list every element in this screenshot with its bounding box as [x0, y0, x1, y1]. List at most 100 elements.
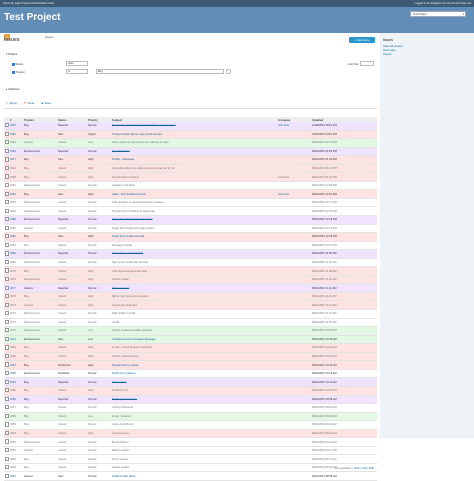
issue-id[interactable]: 3332 — [9, 130, 23, 140]
assignee-cell[interactable] — [277, 403, 311, 413]
issue-id[interactable]: 3281 — [9, 241, 23, 251]
subject-cell[interactable]: Oda yerleşimi ve içerik bölümlerinin sır… — [111, 198, 277, 208]
issue-id[interactable]: 3259 — [9, 395, 23, 405]
apply-button[interactable]: ✔Apply — [6, 101, 17, 105]
table-row[interactable]: 3333 Bug Rejected Normal Permissions should … — [4, 122, 377, 131]
assignee-cell[interactable] — [277, 130, 311, 140]
issue-id[interactable]: 3265 — [9, 369, 23, 379]
table-row[interactable]: 3277 Feature Rejected Normal Kullanıcı liste… — [4, 283, 377, 293]
issue-id[interactable]: 3293 — [9, 198, 23, 208]
table-row[interactable]: 3252 Feature Closed Normal Bildirim sayfası 0… — [4, 446, 377, 456]
issue-id[interactable]: 3276 — [9, 292, 23, 302]
table-row[interactable]: 3276 Bug Closed High IE8 de Sign Up kutusu y… — [4, 292, 377, 302]
table-row[interactable]: 3259 Bug Rejected Normal Profil sayfasında h… — [4, 395, 377, 405]
subject-cell[interactable]: Kullanıcı takip listesi — [111, 471, 277, 481]
assignee-cell[interactable] — [277, 224, 311, 234]
issue-id[interactable]: 3282 — [9, 232, 23, 242]
assignee-cell[interactable] — [277, 386, 311, 396]
issue-id[interactable]: 3318 — [9, 147, 23, 157]
assignee-cell[interactable] — [277, 241, 311, 251]
issue-id[interactable]: 3270 — [9, 335, 23, 345]
issue-id[interactable]: 3269 — [9, 343, 23, 353]
issue-id[interactable]: 3283 — [9, 224, 23, 234]
subject-cell[interactable]: Popüler odalar — [111, 275, 277, 285]
assignee-cell[interactable] — [277, 138, 311, 148]
table-row[interactable]: 3308 Bug Closed High Popular Rooms bölümü Joh… — [4, 172, 377, 182]
options-toggle[interactable]: ▸ Options — [6, 87, 20, 91]
assignee-cell[interactable] — [277, 198, 311, 208]
issue-id[interactable]: 3279 — [9, 266, 23, 276]
clear-button[interactable]: ↻Clear — [24, 101, 35, 105]
assignee-cell[interactable] — [277, 412, 311, 422]
assignee-cell[interactable] — [277, 395, 311, 405]
subject-cell[interactable]: Permissions should not be inherited from… — [111, 122, 277, 131]
subject-cell[interactable]: Safari - Düz Sayfalama Dizisi — [111, 189, 277, 199]
toggle-multiselect-icon[interactable] — [226, 69, 231, 74]
table-row[interactable]: 3267 Bug ReOpened High Popular Rooms sayfası… — [4, 360, 377, 370]
subject-cell[interactable]: Ayarlar sayfası — [111, 463, 277, 473]
issue-id[interactable]: 3277 — [9, 283, 23, 293]
issue-id[interactable]: 3272 — [9, 326, 23, 336]
assignee-cell[interactable] — [277, 429, 311, 439]
new-issue-button[interactable]: + New issue — [349, 37, 375, 43]
issue-id[interactable]: 3280 — [9, 258, 23, 268]
subject-cell[interactable]: Email - Invitation — [111, 412, 277, 422]
assignee-cell[interactable] — [277, 258, 311, 268]
subject-cell[interactable]: Kaç kullanıcıların tüm adlarını kontrol … — [111, 164, 277, 174]
issue-id[interactable]: 3264 — [9, 377, 23, 387]
table-row[interactable]: 3281 Bug Closed Normal Messages Modal 08/24/2… — [4, 241, 377, 251]
assignee-cell[interactable] — [277, 215, 311, 225]
subject-cell[interactable]: IE8 de Sign Up kutusu yerleşimi — [111, 292, 277, 302]
table-row[interactable]: 3318 Enhancement Rejected Normal Text decora… — [4, 147, 377, 157]
table-row[interactable]: 3329 Feature Closed Low Admin doküman görmek… — [4, 138, 377, 148]
assignee-cell[interactable] — [277, 318, 311, 328]
filter-status-checkbox[interactable] — [12, 63, 15, 66]
assignee-cell[interactable] — [277, 181, 311, 191]
assignee-cell[interactable] — [277, 164, 311, 174]
issue-id[interactable]: 3248 — [9, 463, 23, 473]
table-row[interactable]: 3264 Bug Rejected Normal Hata sayfası 08/24/2… — [4, 377, 377, 387]
subject-cell[interactable]: Oda oluşturma ekranında hata — [111, 266, 277, 276]
issue-id[interactable]: 3267 — [9, 360, 23, 370]
table-row[interactable]: 3283 Feature Closed Normal Single Post sayfa… — [4, 224, 377, 234]
top-menu-left[interactable]: Home My page Projects Administration Hel… — [3, 2, 54, 5]
issue-id[interactable]: 3250 — [9, 454, 23, 464]
save-button[interactable]: ■Save — [41, 101, 51, 105]
table-row[interactable]: 3280 Enhancement Rejected Normal Oda ekleme … — [4, 249, 377, 259]
subject-cell[interactable]: Oda ekleme sırasında hata — [111, 249, 277, 259]
issue-id[interactable]: 3257 — [9, 403, 23, 413]
table-row[interactable]: 3250 Bug Closed Normal Room ayarları 08/24/20… — [4, 454, 377, 464]
assignee-cell[interactable] — [277, 471, 311, 481]
issue-id[interactable]: 3262 — [9, 386, 23, 396]
table-row[interactable]: 3302 Enhancement Closed Normal Invitation ma… — [4, 181, 377, 191]
table-row[interactable]: 3254 Bug Closed High Arama sonucu 08/24/2015 … — [4, 429, 377, 439]
assignee-cell[interactable] — [277, 292, 311, 302]
table-row[interactable]: 3312 Bug Closed High Kaç kullanıcıların tüm … — [4, 164, 377, 174]
subject-cell[interactable]: Text decoration — [111, 147, 277, 157]
table-row[interactable]: 3273 Enhancement Closed Normal Yenilik 08/24/… — [4, 318, 377, 328]
assignee-cell[interactable] — [277, 454, 311, 464]
subject-cell[interactable]: Sosyal giriş düğmeleri — [111, 300, 277, 311]
issue-id[interactable]: 3246 — [9, 471, 23, 481]
subject-cell[interactable]: Admin Panel bölümünde iyileştirme — [111, 215, 277, 225]
add-filter-select[interactable] — [360, 61, 374, 66]
subject-cell[interactable]: Arama sonucu — [111, 429, 277, 439]
table-row[interactable]: 3290 Enhancement Closed Normal Popular Rooms… — [4, 206, 377, 216]
issue-id[interactable]: 3274 — [9, 309, 23, 319]
table-row[interactable]: 3255 Bug Closed Normal Active Feed Room 08/24… — [4, 420, 377, 430]
subject-cell[interactable]: Bildirim sayfası — [111, 446, 277, 456]
issue-id[interactable]: 3312 — [9, 164, 23, 174]
subject-cell[interactable]: Kullanıcı listesi — [111, 283, 277, 293]
issue-id[interactable]: 3268 — [9, 352, 23, 362]
table-row[interactable]: 3280 Enhancement Closed Normal Sign up formu… — [4, 258, 377, 268]
issue-id[interactable]: 3256 — [9, 412, 23, 422]
assignee-cell[interactable] — [277, 155, 311, 165]
subject-cell[interactable]: No Rooms ID — [111, 386, 277, 396]
table-row[interactable]: 3332 Bug New Urgent Türkçe karakter işlenen … — [4, 130, 377, 140]
table-row[interactable]: 3256 Bug Closed Low Email - Invitation 08/24/… — [4, 412, 377, 422]
issue-id[interactable]: 3255 — [9, 420, 23, 430]
issue-id[interactable]: 3290 — [9, 206, 23, 216]
table-row[interactable]: 3269 Bug Closed High E-mail - Friend Request… — [4, 343, 377, 353]
subject-cell[interactable]: E-mail - Friend Request Confirmed — [111, 343, 277, 353]
filters-toggle[interactable]: ▾ Filters — [6, 52, 17, 56]
